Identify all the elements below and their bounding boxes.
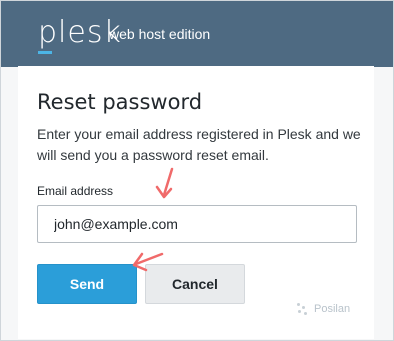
description-text: Enter your email address registered in P… [37,126,361,163]
watermark-text: Posilan [314,303,351,315]
send-button[interactable]: Send [37,264,137,304]
logo-accent [38,51,52,54]
header-bar: plesk web host edition [1,1,393,67]
watermark-logo-icon [296,302,310,316]
edition-label: web host edition [109,26,211,42]
page-title: Reset password [37,90,203,114]
email-label: Email address [37,184,114,198]
annotation-arrow-input [155,167,174,199]
annotation-arrow-send [132,252,164,272]
email-input[interactable] [37,205,357,243]
watermark: Posilan [296,302,350,316]
